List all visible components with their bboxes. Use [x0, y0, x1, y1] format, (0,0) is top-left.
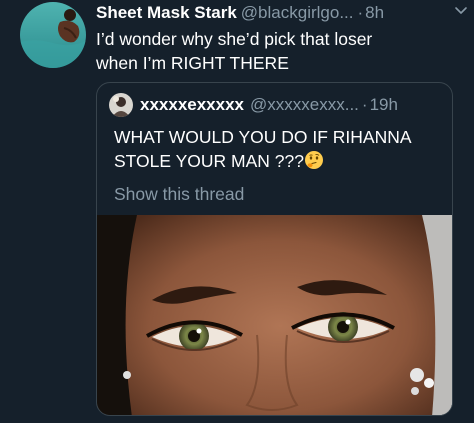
thinking-face-emoji [304, 151, 323, 169]
quoted-tweet-photo[interactable] [97, 215, 452, 415]
show-thread-link[interactable]: Show this thread [114, 182, 244, 206]
chevron-down-icon[interactable] [452, 2, 470, 20]
author-avatar[interactable] [20, 2, 86, 68]
quoted-handle[interactable]: @xxxxxexxx... [250, 95, 359, 114]
quoted-tweet-body: WHAT WOULD YOU DO IF RIHANNA STOLE YOUR … [114, 125, 444, 173]
quoted-text-line-2-wrap: STOLE YOUR MAN ??? [114, 149, 444, 173]
tweet-header: Sheet Mask Stark @blackgirlgo... · 8h [96, 2, 466, 24]
quoted-text-line-1: WHAT WOULD YOU DO IF RIHANNA [114, 127, 412, 147]
quoted-tweet-header: xxxxxexxxxx @xxxxxexxx... · 19h [140, 93, 445, 117]
separator-dot: · [357, 3, 364, 22]
tweet-timestamp[interactable]: 8h [365, 3, 384, 22]
quoted-tweet-card[interactable]: xxxxxexxxxx @xxxxxexxx... · 19h WHAT WOULD … [96, 82, 453, 416]
quoted-text-line-2: STOLE YOUR MAN ??? [114, 151, 304, 171]
tweet[interactable]: Sheet Mask Stark @blackgirlgo... · 8h I’d w… [0, 0, 474, 423]
quoted-display-name[interactable]: xxxxxexxxxx [140, 95, 244, 114]
tweet-text-line-1: I’d wonder why she’d pick that loser [96, 29, 373, 49]
face-closeup-image [97, 215, 452, 415]
author-display-name[interactable]: Sheet Mask Stark [96, 3, 237, 22]
tweet-text-line-2: when I’m RIGHT THERE [96, 53, 289, 73]
author-handle[interactable]: @blackgirlgo... [241, 3, 354, 22]
swimmer-profile-photo [20, 2, 86, 68]
tweet-body: I’d wonder why she’d pick that loser whe… [96, 27, 456, 75]
quoted-profile-photo [109, 93, 133, 117]
quoted-timestamp[interactable]: 19h [370, 95, 398, 114]
quoted-separator-dot: · [361, 95, 368, 114]
quoted-author-avatar[interactable] [109, 93, 133, 117]
